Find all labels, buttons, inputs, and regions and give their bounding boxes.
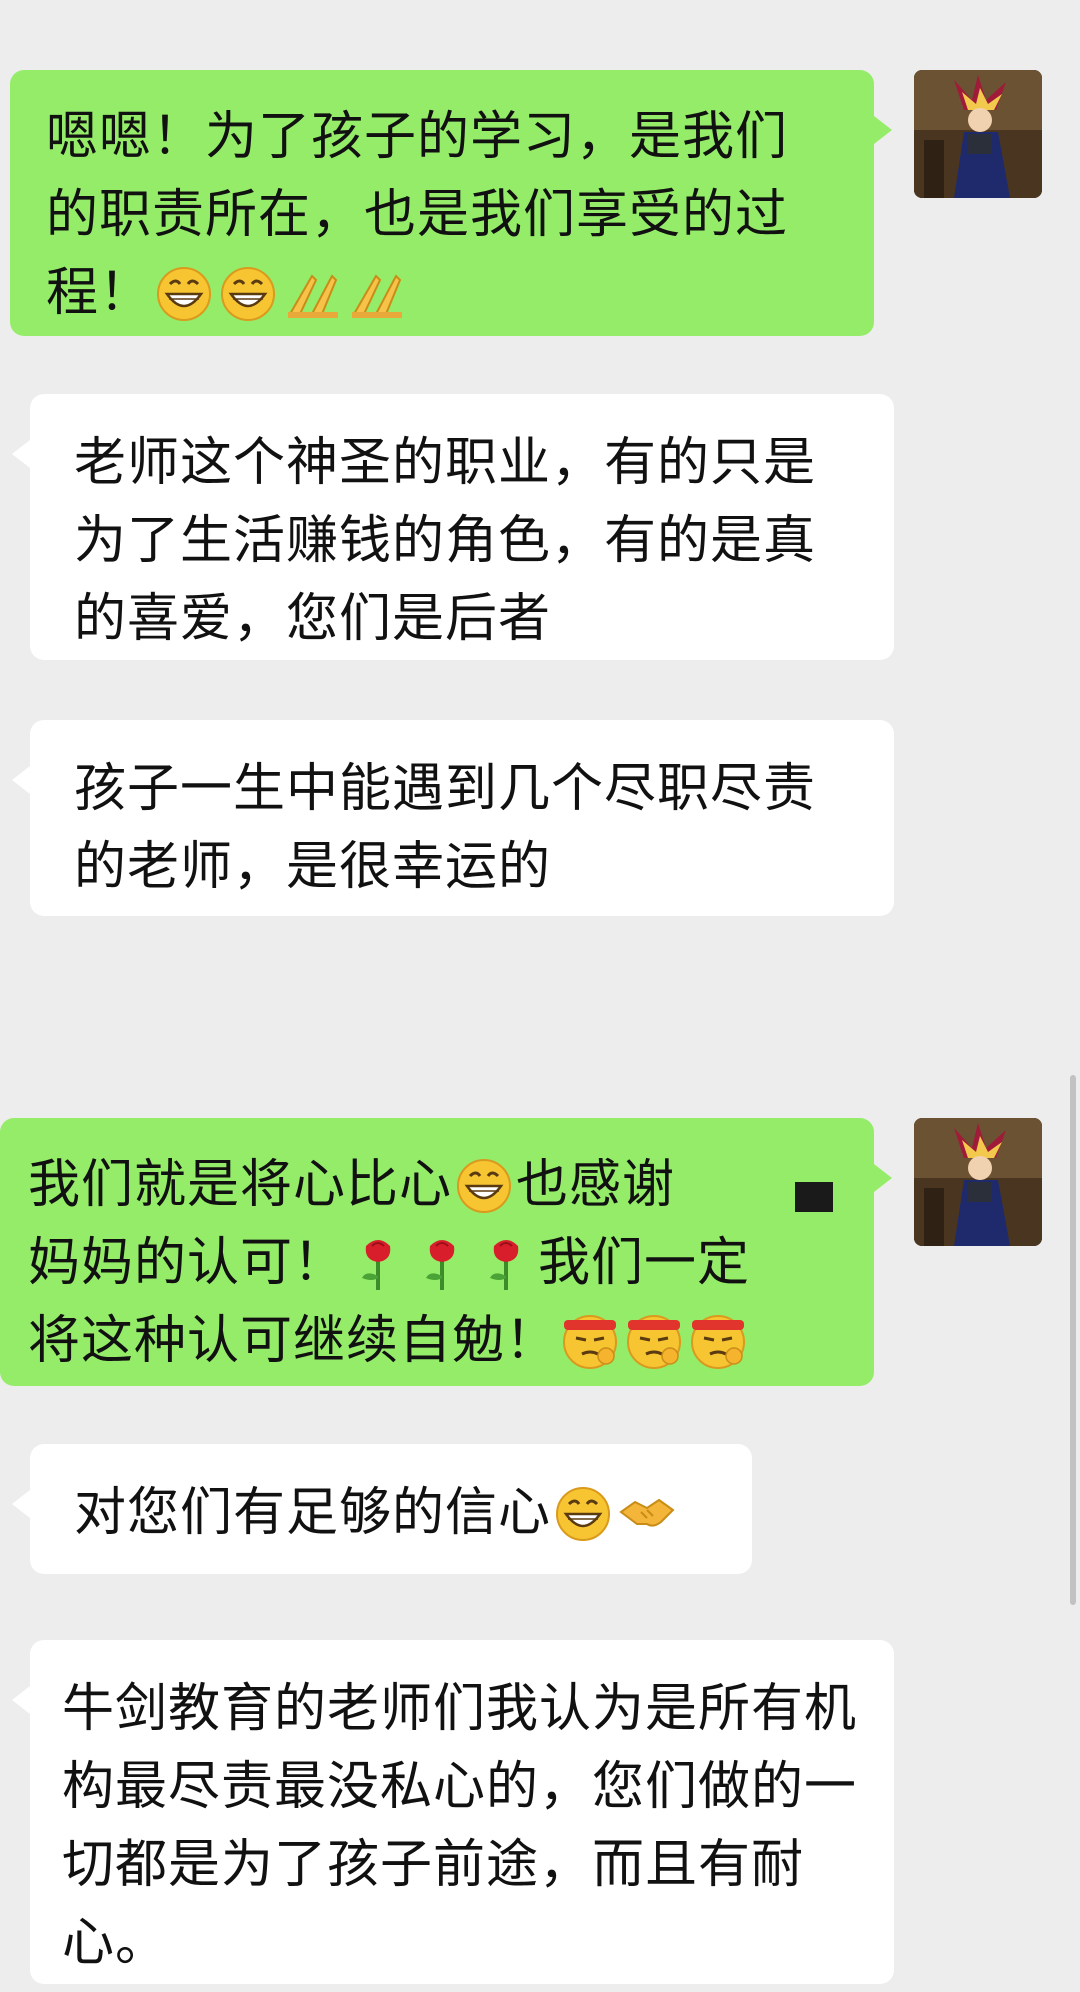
message-bubble-received[interactable]: 老师这个神圣的职业，有的只是为了生活赚钱的角色，有的是真的喜爱，您们是后者	[12, 394, 894, 660]
message-bubble-sent[interactable]: 嗯嗯！为了孩子的学习，是我们的职责所在，也是我们享受的过程！	[10, 70, 892, 336]
grin-emoji-icon	[454, 1154, 514, 1214]
pray-emoji-icon	[346, 262, 406, 322]
message-text: 孩子一生中能遇到几个尽职尽责的老师，是很幸运的	[74, 759, 817, 897]
message-text: 妈妈的认可！	[28, 1233, 347, 1293]
rose-emoji-icon	[412, 1232, 472, 1292]
message-text: 牛剑教育的老师们我认为是所有机构最尽责最没私心的，您们做的一切都是为了孩子前途，…	[62, 1679, 858, 1973]
rose-emoji-icon	[348, 1232, 408, 1292]
message-text: 也感谢	[516, 1155, 676, 1215]
handshake-emoji-icon	[617, 1482, 677, 1542]
user-avatar[interactable]	[914, 70, 1042, 198]
chat-window[interactable]: 嗯嗯！为了孩子的学习，是我们的职责所在，也是我们享受的过程！ 老师这个神圣的职业…	[0, 0, 1080, 1992]
message-text: 我们就是将心比心	[28, 1155, 453, 1215]
message-text: 老师这个神圣的职业，有的只是为了生活赚钱的角色，有的是真的喜爱，您们是后者	[74, 433, 817, 649]
message-bubble-received[interactable]: 牛剑教育的老师们我认为是所有机构最尽责最没私心的，您们做的一切都是为了孩子前途，…	[12, 1640, 894, 1984]
scrollbar[interactable]	[1070, 1075, 1076, 1605]
message-text: 对您们有足够的信心	[74, 1483, 552, 1543]
determined-emoji-icon	[560, 1310, 620, 1370]
message-bubble-received[interactable]: 对您们有足够的信心	[12, 1444, 752, 1574]
message-bubble-received[interactable]: 孩子一生中能遇到几个尽职尽责的老师，是很幸运的	[12, 720, 894, 916]
grin-emoji-icon	[154, 262, 214, 322]
pray-emoji-icon	[282, 262, 342, 322]
message-text: 我们一定	[538, 1233, 751, 1293]
grin-emoji-icon	[553, 1482, 613, 1542]
redaction-mark	[795, 1182, 833, 1212]
message-text: 将这种认可继续自勉！	[28, 1311, 559, 1371]
rose-emoji-icon	[476, 1232, 536, 1292]
determined-emoji-icon	[688, 1310, 748, 1370]
user-avatar[interactable]	[914, 1118, 1042, 1246]
determined-emoji-icon	[624, 1310, 684, 1370]
grin-emoji-icon	[218, 262, 278, 322]
message-bubble-sent[interactable]: 我们就是将心比心 也感谢妈妈的认可！ 我们一定将这种认可继续自勉！	[0, 1118, 892, 1386]
